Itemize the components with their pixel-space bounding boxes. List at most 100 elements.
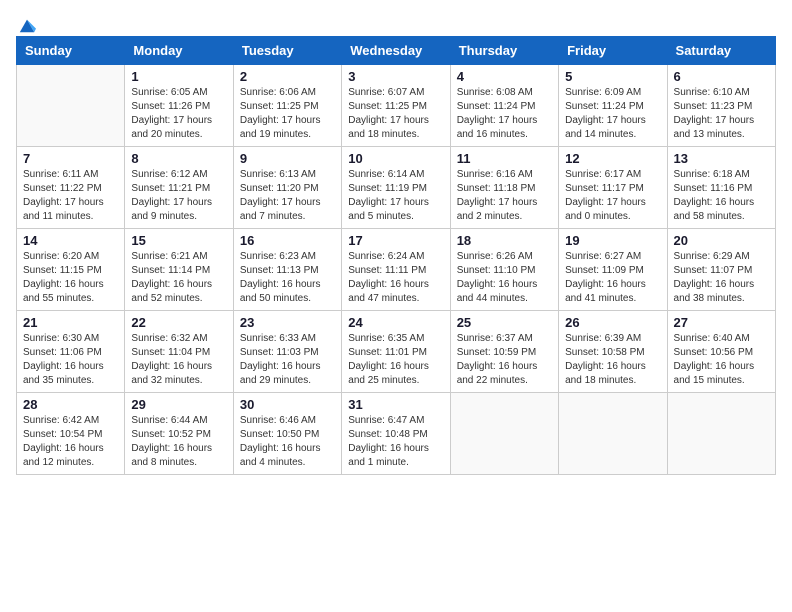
calendar-week-row: 14Sunrise: 6:20 AM Sunset: 11:15 PM Dayl… xyxy=(17,229,776,311)
day-info: Sunrise: 6:44 AM Sunset: 10:52 PM Daylig… xyxy=(131,414,226,470)
day-info: Sunrise: 6:37 AM Sunset: 10:59 PM Daylig… xyxy=(457,332,552,388)
calendar-cell: 6 Sunrise: 6:10 AM Sunset: 11:23 PM Dayli… xyxy=(667,65,775,147)
day-info: Sunrise: 6:30 AM Sunset: 11:06 PM Daylig… xyxy=(23,332,118,388)
calendar-header-friday: Friday xyxy=(559,37,667,65)
calendar-cell: 1 Sunrise: 6:05 AM Sunset: 11:26 PM Dayli… xyxy=(125,65,233,147)
calendar-cell: 25 Sunrise: 6:37 AM Sunset: 10:59 PM Dayl… xyxy=(450,311,558,393)
day-info: Sunrise: 6:13 AM Sunset: 11:20 PM Daylig… xyxy=(240,168,335,224)
day-info: Sunrise: 6:09 AM Sunset: 11:24 PM Daylig… xyxy=(565,86,660,142)
day-number: 20 xyxy=(674,233,769,248)
calendar-cell: 24 Sunrise: 6:35 AM Sunset: 11:01 PM Dayl… xyxy=(342,311,450,393)
day-number: 15 xyxy=(131,233,226,248)
day-info: Sunrise: 6:08 AM Sunset: 11:24 PM Daylig… xyxy=(457,86,552,142)
day-info: Sunrise: 6:33 AM Sunset: 11:03 PM Daylig… xyxy=(240,332,335,388)
calendar-table: SundayMondayTuesdayWednesdayThursdayFrid… xyxy=(16,36,776,475)
calendar-cell: 12 Sunrise: 6:17 AM Sunset: 11:17 PM Dayl… xyxy=(559,147,667,229)
day-info: Sunrise: 6:42 AM Sunset: 10:54 PM Daylig… xyxy=(23,414,118,470)
calendar-cell: 27 Sunrise: 6:40 AM Sunset: 10:56 PM Dayl… xyxy=(667,311,775,393)
calendar-cell: 23 Sunrise: 6:33 AM Sunset: 11:03 PM Dayl… xyxy=(233,311,341,393)
day-number: 12 xyxy=(565,151,660,166)
page-header xyxy=(16,16,776,28)
calendar-cell: 30Sunrise: 6:46 AM Sunset: 10:50 PM Dayl… xyxy=(233,393,341,475)
calendar-header-row: SundayMondayTuesdayWednesdayThursdayFrid… xyxy=(17,37,776,65)
calendar-header-thursday: Thursday xyxy=(450,37,558,65)
day-number: 13 xyxy=(674,151,769,166)
calendar-cell: 8Sunrise: 6:12 AM Sunset: 11:21 PM Dayli… xyxy=(125,147,233,229)
day-info: Sunrise: 6:24 AM Sunset: 11:11 PM Daylig… xyxy=(348,250,443,306)
calendar-cell: 13 Sunrise: 6:18 AM Sunset: 11:16 PM Dayl… xyxy=(667,147,775,229)
calendar-cell: 11Sunrise: 6:16 AM Sunset: 11:18 PM Dayl… xyxy=(450,147,558,229)
day-number: 1 xyxy=(131,69,226,84)
day-info: Sunrise: 6:47 AM Sunset: 10:48 PM Daylig… xyxy=(348,414,443,470)
day-info: Sunrise: 6:39 AM Sunset: 10:58 PM Daylig… xyxy=(565,332,660,388)
day-number: 21 xyxy=(23,315,118,330)
calendar-cell: 14Sunrise: 6:20 AM Sunset: 11:15 PM Dayl… xyxy=(17,229,125,311)
calendar-cell: 10 Sunrise: 6:14 AM Sunset: 11:19 PM Dayl… xyxy=(342,147,450,229)
day-number: 28 xyxy=(23,397,118,412)
day-number: 3 xyxy=(348,69,443,84)
calendar-header-tuesday: Tuesday xyxy=(233,37,341,65)
day-info: Sunrise: 6:05 AM Sunset: 11:26 PM Daylig… xyxy=(131,86,226,142)
day-info: Sunrise: 6:16 AM Sunset: 11:18 PM Daylig… xyxy=(457,168,552,224)
day-number: 23 xyxy=(240,315,335,330)
day-info: Sunrise: 6:32 AM Sunset: 11:04 PM Daylig… xyxy=(131,332,226,388)
calendar-week-row: 1 Sunrise: 6:05 AM Sunset: 11:26 PM Dayli… xyxy=(17,65,776,147)
calendar-header-wednesday: Wednesday xyxy=(342,37,450,65)
calendar-week-row: 7Sunrise: 6:11 AM Sunset: 11:22 PM Dayli… xyxy=(17,147,776,229)
calendar-cell xyxy=(450,393,558,475)
day-number: 31 xyxy=(348,397,443,412)
day-number: 14 xyxy=(23,233,118,248)
calendar-cell: 29 Sunrise: 6:44 AM Sunset: 10:52 PM Dayl… xyxy=(125,393,233,475)
day-number: 18 xyxy=(457,233,552,248)
calendar-cell: 19Sunrise: 6:27 AM Sunset: 11:09 PM Dayl… xyxy=(559,229,667,311)
day-info: Sunrise: 6:18 AM Sunset: 11:16 PM Daylig… xyxy=(674,168,769,224)
day-info: Sunrise: 6:14 AM Sunset: 11:19 PM Daylig… xyxy=(348,168,443,224)
calendar-header-sunday: Sunday xyxy=(17,37,125,65)
calendar-header-saturday: Saturday xyxy=(667,37,775,65)
calendar-cell: 20 Sunrise: 6:29 AM Sunset: 11:07 PM Dayl… xyxy=(667,229,775,311)
logo-icon xyxy=(18,16,36,34)
day-number: 10 xyxy=(348,151,443,166)
day-info: Sunrise: 6:35 AM Sunset: 11:01 PM Daylig… xyxy=(348,332,443,388)
calendar-cell: 9 Sunrise: 6:13 AM Sunset: 11:20 PM Dayli… xyxy=(233,147,341,229)
calendar-cell: 22Sunrise: 6:32 AM Sunset: 11:04 PM Dayl… xyxy=(125,311,233,393)
day-number: 26 xyxy=(565,315,660,330)
day-number: 5 xyxy=(565,69,660,84)
calendar-cell: 4 Sunrise: 6:08 AM Sunset: 11:24 PM Dayli… xyxy=(450,65,558,147)
calendar-cell: 16Sunrise: 6:23 AM Sunset: 11:13 PM Dayl… xyxy=(233,229,341,311)
day-number: 29 xyxy=(131,397,226,412)
calendar-cell: 18 Sunrise: 6:26 AM Sunset: 11:10 PM Dayl… xyxy=(450,229,558,311)
day-number: 8 xyxy=(131,151,226,166)
day-number: 6 xyxy=(674,69,769,84)
calendar-cell: 5 Sunrise: 6:09 AM Sunset: 11:24 PM Dayli… xyxy=(559,65,667,147)
day-info: Sunrise: 6:17 AM Sunset: 11:17 PM Daylig… xyxy=(565,168,660,224)
calendar-cell xyxy=(667,393,775,475)
calendar-cell: 26 Sunrise: 6:39 AM Sunset: 10:58 PM Dayl… xyxy=(559,311,667,393)
calendar-header-monday: Monday xyxy=(125,37,233,65)
day-info: Sunrise: 6:23 AM Sunset: 11:13 PM Daylig… xyxy=(240,250,335,306)
logo xyxy=(16,16,36,28)
day-info: Sunrise: 6:46 AM Sunset: 10:50 PM Daylig… xyxy=(240,414,335,470)
calendar-cell: 7Sunrise: 6:11 AM Sunset: 11:22 PM Dayli… xyxy=(17,147,125,229)
day-info: Sunrise: 6:40 AM Sunset: 10:56 PM Daylig… xyxy=(674,332,769,388)
day-info: Sunrise: 6:06 AM Sunset: 11:25 PM Daylig… xyxy=(240,86,335,142)
calendar-week-row: 28 Sunrise: 6:42 AM Sunset: 10:54 PM Dayl… xyxy=(17,393,776,475)
day-info: Sunrise: 6:10 AM Sunset: 11:23 PM Daylig… xyxy=(674,86,769,142)
calendar-week-row: 21 Sunrise: 6:30 AM Sunset: 11:06 PM Dayl… xyxy=(17,311,776,393)
calendar-cell: 2Sunrise: 6:06 AM Sunset: 11:25 PM Dayli… xyxy=(233,65,341,147)
day-info: Sunrise: 6:29 AM Sunset: 11:07 PM Daylig… xyxy=(674,250,769,306)
calendar-cell: 15 Sunrise: 6:21 AM Sunset: 11:14 PM Dayl… xyxy=(125,229,233,311)
day-info: Sunrise: 6:21 AM Sunset: 11:14 PM Daylig… xyxy=(131,250,226,306)
calendar-cell: 28 Sunrise: 6:42 AM Sunset: 10:54 PM Dayl… xyxy=(17,393,125,475)
day-number: 24 xyxy=(348,315,443,330)
calendar-cell xyxy=(17,65,125,147)
day-info: Sunrise: 6:27 AM Sunset: 11:09 PM Daylig… xyxy=(565,250,660,306)
calendar-cell: 3Sunrise: 6:07 AM Sunset: 11:25 PM Dayli… xyxy=(342,65,450,147)
day-info: Sunrise: 6:26 AM Sunset: 11:10 PM Daylig… xyxy=(457,250,552,306)
calendar-cell: 31 Sunrise: 6:47 AM Sunset: 10:48 PM Dayl… xyxy=(342,393,450,475)
day-number: 27 xyxy=(674,315,769,330)
day-number: 4 xyxy=(457,69,552,84)
day-number: 17 xyxy=(348,233,443,248)
day-number: 9 xyxy=(240,151,335,166)
day-number: 25 xyxy=(457,315,552,330)
